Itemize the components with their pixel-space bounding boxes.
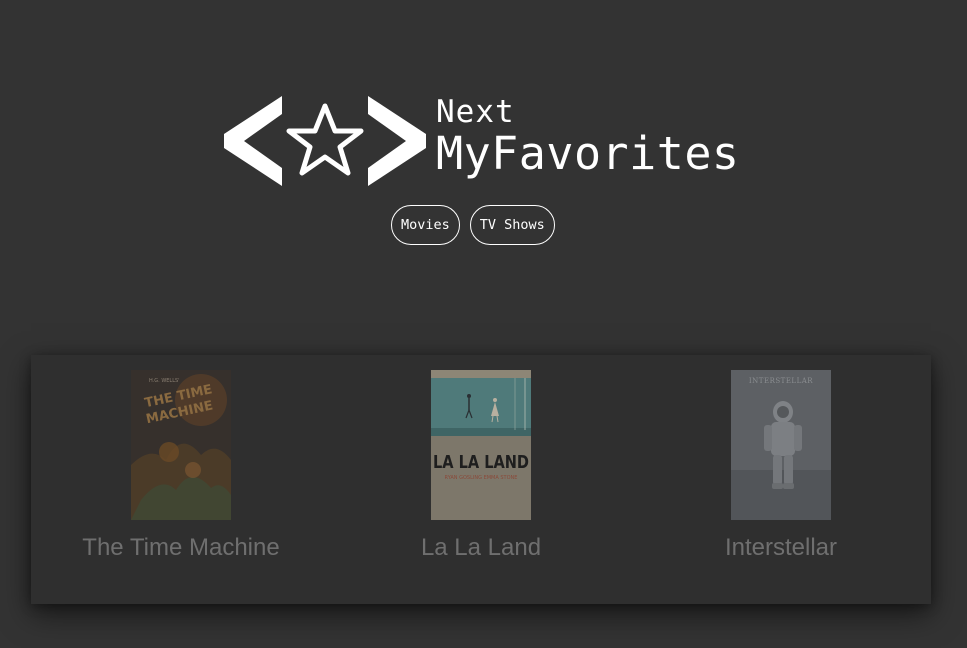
movie-title-interstellar[interactable]: Interstellar (631, 534, 931, 562)
movie-card-time-machine[interactable]: H.G. WELLS' THE TIME MACHINE The Time Ma… (31, 370, 331, 562)
tv-shows-button[interactable]: TV Shows (469, 205, 555, 245)
poster-la-la-land-art: LA LA LAND RYAN GOSLING EMMA STONE (431, 370, 531, 520)
movies-button[interactable]: Movies (391, 205, 460, 245)
app-title-line1: Next (436, 94, 515, 130)
poster-la-la-land[interactable]: LA LA LAND RYAN GOSLING EMMA STONE (431, 370, 531, 520)
poster-interstellar[interactable]: INTERSTELLAR (731, 370, 831, 520)
app-title-line2: MyFavorites (436, 127, 740, 180)
poster-ll-title: LA LA LAND (433, 452, 529, 473)
movie-title-la-la-land[interactable]: La La Land (331, 534, 631, 562)
poster-tm-tag: H.G. WELLS' (149, 378, 180, 384)
poster-ll-credit: RYAN GOSLING EMMA STONE (445, 475, 518, 481)
favorites-panel: H.G. WELLS' THE TIME MACHINE The Time Ma… (31, 355, 931, 604)
poster-interstellar-art: INTERSTELLAR (731, 370, 831, 520)
page: Next MyFavorites Movies TV Shows H.G. WE… (0, 0, 967, 648)
poster-is-title: INTERSTELLAR (749, 377, 813, 385)
code-star-icon (224, 96, 426, 186)
movie-card-interstellar[interactable]: INTERSTELLAR Interstellar (631, 370, 931, 562)
app-title: Next MyFavorites (436, 94, 740, 180)
app-logo[interactable]: Next MyFavorites (222, 93, 752, 189)
movie-card-la-la-land[interactable]: LA LA LAND RYAN GOSLING EMMA STONE La La… (331, 370, 631, 562)
poster-time-machine-art: H.G. WELLS' THE TIME MACHINE (131, 370, 231, 520)
poster-time-machine[interactable]: H.G. WELLS' THE TIME MACHINE (131, 370, 231, 520)
main-nav: Movies TV Shows (391, 205, 555, 245)
movie-title-time-machine[interactable]: The Time Machine (31, 534, 331, 562)
